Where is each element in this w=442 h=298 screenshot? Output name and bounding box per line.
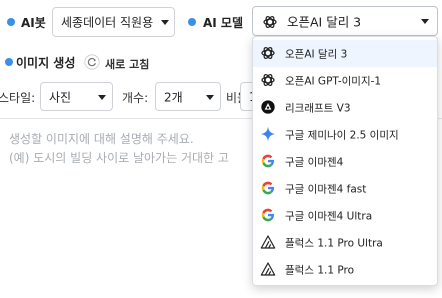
- prompt-placeholder-line1: 생성할 이미지에 대해 설명해 주세요.: [9, 132, 194, 146]
- model-option-label: 구글 이마젠4: [285, 156, 344, 168]
- model-dropdown-list: 오픈AI 달리 3 오픈AI GPT-이미지-1 리크래프트 V3 구글 제미나…: [252, 36, 438, 286]
- model-option-label: 리크래프트 V3: [285, 102, 351, 114]
- chevron-down-icon: [421, 19, 429, 24]
- count-select[interactable]: 2개: [155, 82, 221, 111]
- model-option-imagen4[interactable]: 구글 이마젠4: [253, 148, 437, 175]
- google-icon: [261, 208, 274, 222]
- model-option-label: 구글 제미나이 2.5 이미지: [285, 129, 399, 141]
- ai-bot-radio-icon: [7, 18, 15, 26]
- model-option-imagen4-fast[interactable]: 구글 이마젠4 fast: [253, 175, 437, 202]
- model-option-flux-1-1-pro[interactable]: 플럭스 1.1 Pro: [253, 256, 437, 283]
- recraft-icon: [261, 100, 275, 114]
- refresh-button[interactable]: 새로 고침: [105, 56, 149, 72]
- openai-icon: [261, 74, 275, 86]
- model-option-label: 구글 이마젠4 fast: [285, 183, 367, 195]
- gemini-icon: [260, 126, 276, 142]
- ai-model-select-value: 오픈AI 달리 3: [287, 14, 362, 30]
- ai-model-label: AI 모델: [203, 16, 244, 30]
- google-icon: [261, 181, 274, 195]
- openai-icon: [263, 16, 277, 28]
- chevron-down-icon: [206, 94, 214, 100]
- flux-icon: [260, 262, 276, 276]
- count-label: 개수:: [122, 91, 149, 105]
- style-select-value: 사진: [49, 90, 72, 104]
- ai-model-radio-icon: [188, 18, 196, 26]
- model-option-gpt-image-1[interactable]: 오픈AI GPT-이미지-1: [253, 67, 437, 94]
- ai-bot-select[interactable]: 세종데이터 직원용: [52, 7, 175, 37]
- chevron-down-icon: [161, 20, 169, 25]
- model-option-gemini-2-5-image[interactable]: 구글 제미나이 2.5 이미지: [253, 121, 437, 148]
- model-option-label: 구글 이마젠4 Ultra: [285, 210, 373, 222]
- style-label: 스타일:: [0, 91, 36, 105]
- model-option-label: 오픈AI 달리 3: [285, 48, 348, 60]
- prompt-placeholder-line2: (예) 도시의 빌딩 사이로 날아가는 거대한 고: [9, 151, 229, 165]
- flux-icon: [260, 235, 276, 249]
- ai-model-select[interactable]: 오픈AI 달리 3: [252, 6, 438, 36]
- refresh-icon[interactable]: [84, 54, 100, 70]
- style-select[interactable]: 사진: [40, 82, 113, 111]
- model-option-label: 플럭스 1.1 Pro Ultra: [285, 237, 383, 249]
- google-icon: [261, 154, 274, 168]
- image-gen-label: 이미지 생성: [16, 56, 76, 70]
- count-select-value: 2개: [164, 90, 183, 104]
- model-option-flux-1-1-pro-ultra[interactable]: 플럭스 1.1 Pro Ultra: [253, 229, 437, 256]
- openai-icon: [261, 47, 275, 59]
- ai-bot-select-value: 세종데이터 직원용: [61, 15, 154, 30]
- image-gen-radio-icon: [5, 58, 13, 66]
- model-option-label: 플럭스 1.1 Pro: [285, 264, 355, 276]
- chevron-down-icon: [98, 94, 106, 100]
- model-option-imagen4-ultra[interactable]: 구글 이마젠4 Ultra: [253, 202, 437, 229]
- model-option-recraft-v3[interactable]: 리크래프트 V3: [253, 94, 437, 121]
- ai-bot-label: AI봇: [21, 16, 46, 30]
- model-option-dalle3[interactable]: 오픈AI 달리 3: [253, 40, 437, 67]
- model-option-label: 오픈AI GPT-이미지-1: [285, 75, 382, 87]
